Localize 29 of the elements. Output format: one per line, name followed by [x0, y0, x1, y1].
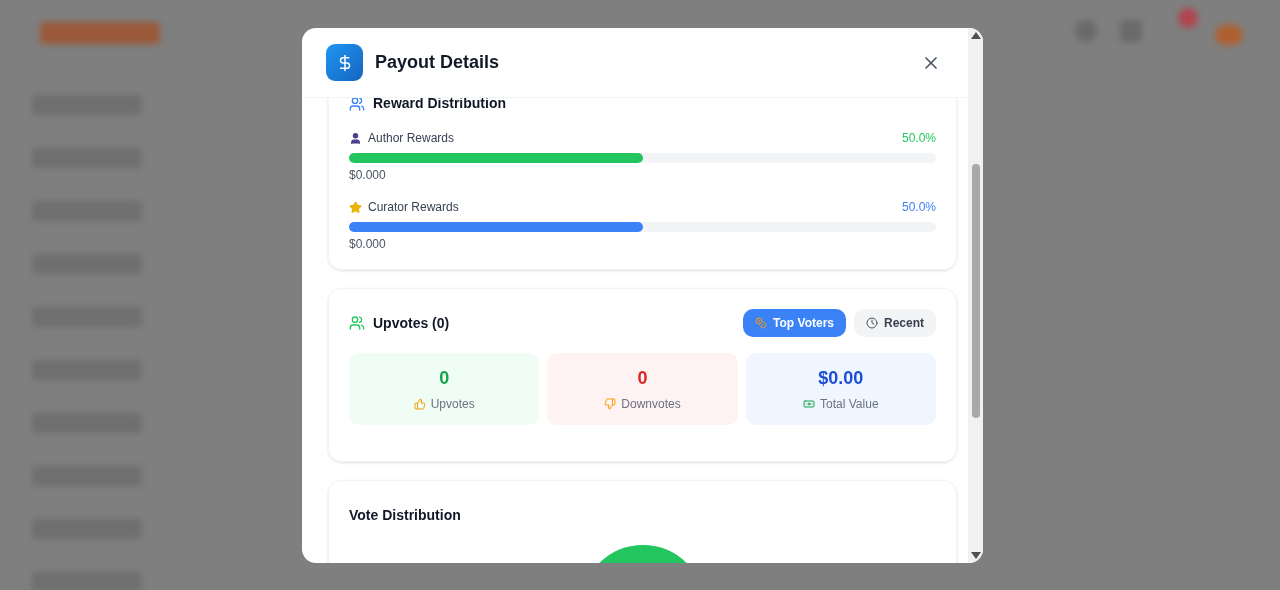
reward-label: Curator Rewards: [368, 199, 459, 216]
voter-tab[interactable]: Top Voters: [743, 309, 846, 337]
users-icon: [349, 98, 365, 112]
stat-icon: [803, 398, 816, 410]
voter-tab[interactable]: Recent: [854, 309, 936, 337]
section-title: Vote Distribution: [349, 507, 461, 523]
reward-amount: $0.000: [349, 236, 387, 253]
user-icon: [349, 131, 362, 145]
reward-amount: $0.000: [349, 167, 387, 184]
coins-icon: [755, 317, 768, 329]
users-icon: [349, 315, 365, 331]
dollar-icon: [326, 44, 363, 81]
reward-percent: 50.0%: [901, 199, 936, 216]
stat-value: 0: [637, 367, 648, 390]
star-icon: [349, 200, 362, 214]
reward-percent: 50.0%: [901, 130, 936, 147]
stat-value: $0.00: [818, 367, 864, 390]
dialog-title: Payout Details: [375, 51, 500, 74]
clock-icon: [866, 317, 878, 329]
section-title: Upvotes (0): [373, 313, 450, 333]
stat-label: Upvotes: [430, 396, 475, 413]
scrollbar[interactable]: [968, 28, 983, 563]
stat-value: 0: [439, 367, 450, 390]
stat-label: Total Value: [820, 396, 879, 413]
stat-label: Downvotes: [621, 396, 681, 413]
reward-label: Author Rewards: [368, 130, 455, 147]
stat-icon: [413, 398, 426, 410]
stat-icon: [604, 398, 617, 410]
section-title: Reward Distribution: [373, 98, 506, 113]
